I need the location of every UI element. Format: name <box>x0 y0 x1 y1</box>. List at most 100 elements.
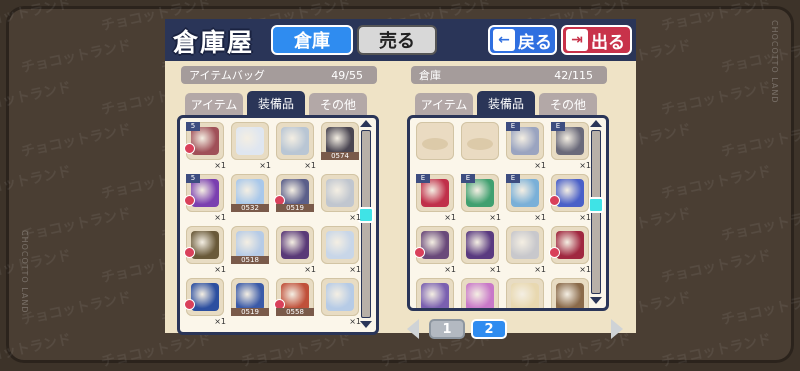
equipment-item-icon <box>326 127 354 155</box>
back-button[interactable]: ← 戻る <box>488 25 557 55</box>
lock-badge-icon <box>184 299 195 310</box>
exit-door-icon: ⇥ <box>566 29 588 51</box>
item-serial-label: 0532 <box>231 204 269 212</box>
tab-sell[interactable]: 売る <box>357 25 437 55</box>
item-bag-scrollbar[interactable] <box>358 120 374 328</box>
item-quantity: ×1 <box>349 213 361 222</box>
bag-item-slot[interactable]: ×1 <box>231 122 271 170</box>
equipment-item-icon <box>326 283 354 311</box>
warehouse-item-slot[interactable]: ×1 <box>549 226 591 274</box>
warehouse-item-slot[interactable]: E ×1 <box>416 174 456 222</box>
item-quantity: ×1 <box>349 317 361 326</box>
equipment-item-icon <box>466 231 494 259</box>
item-quantity: ×1 <box>579 161 591 170</box>
warehouse-item-slot[interactable] <box>506 278 544 308</box>
bag-item-slot[interactable]: 0519 <box>231 278 269 316</box>
side-logo-right: CHOCOTTO LAND <box>770 20 779 104</box>
warehouse-item-slot[interactable]: ×1 <box>414 226 456 274</box>
bag-item-slot[interactable]: 0558 <box>274 278 314 316</box>
equipment-item-icon <box>236 127 264 155</box>
warehouse-window: 倉庫屋 倉庫 売る ← 戻る ⇥ 出る アイテムバッグ 49/55 アイテム 装… <box>165 19 636 339</box>
bag-item-slot[interactable]: 0518 <box>231 226 269 264</box>
equipment-item-icon <box>326 231 354 259</box>
equipment-item-icon <box>511 127 539 155</box>
bag-tab-other[interactable]: その他 <box>309 93 367 115</box>
bag-item-slot[interactable]: ×1 <box>321 278 361 326</box>
window-title: 倉庫屋 <box>173 28 255 57</box>
warehouse-item-slot[interactable] <box>461 278 499 308</box>
bag-item-slot[interactable]: ×1 <box>321 174 361 222</box>
bag-item-slot[interactable]: ×1 <box>276 122 316 170</box>
prev-page-arrow-icon[interactable] <box>407 319 419 339</box>
equipment-item-icon <box>191 231 219 259</box>
content-area: アイテムバッグ 49/55 アイテム 装備品 その他 5 ×1 ×1 ×1 0574 5 ×… <box>165 61 636 339</box>
item-grade-badge: E <box>416 174 430 183</box>
warehouse-tab-other[interactable]: その他 <box>539 93 597 115</box>
item-quantity: ×1 <box>214 317 226 326</box>
bag-item-slot[interactable]: 0532 <box>231 174 269 212</box>
bag-item-slot[interactable]: ×1 <box>184 226 226 274</box>
equipment-item-icon <box>191 179 219 207</box>
item-grade-badge: 5 <box>186 122 200 131</box>
warehouse-item-slot[interactable] <box>416 122 454 160</box>
lock-badge-icon <box>184 247 195 258</box>
equipment-item-icon <box>466 179 494 207</box>
item-quantity: ×1 <box>579 213 591 222</box>
bag-tab-items[interactable]: アイテム <box>185 93 243 115</box>
warehouse-item-slot[interactable]: E ×1 <box>506 174 546 222</box>
equipment-item-icon <box>191 283 219 311</box>
bag-item-slot[interactable]: 5 ×1 <box>184 122 226 170</box>
scroll-up-arrow-icon[interactable] <box>590 120 602 127</box>
warehouse-item-slot[interactable]: ×1 <box>549 174 591 222</box>
item-quantity: ×1 <box>214 213 226 222</box>
title-bar: 倉庫屋 倉庫 売る ← 戻る ⇥ 出る <box>165 19 636 61</box>
item-quantity: ×1 <box>534 213 546 222</box>
bag-item-slot[interactable]: 5 ×1 <box>184 174 226 222</box>
bag-item-slot[interactable]: ×1 <box>184 278 226 326</box>
scroll-thumb[interactable] <box>588 196 604 213</box>
warehouse-item-slot[interactable]: E ×1 <box>551 122 591 170</box>
scroll-track[interactable] <box>361 130 371 318</box>
equipment-item-icon <box>421 179 449 207</box>
warehouse-item-slot[interactable]: E ×1 <box>461 174 501 222</box>
bag-item-slot[interactable]: 0519 <box>274 174 314 212</box>
warehouse-pager: 1 2 <box>407 317 623 341</box>
equipment-item-icon <box>191 127 219 155</box>
tab-warehouse[interactable]: 倉庫 <box>271 25 353 55</box>
bag-item-slot[interactable]: 0574 <box>321 122 359 160</box>
item-quantity: ×1 <box>579 265 591 274</box>
warehouse-item-slot[interactable] <box>416 278 454 308</box>
bag-item-slot[interactable]: ×1 <box>321 226 361 274</box>
warehouse-panel: 倉庫 42/115 アイテム 装備品 その他 E ×1 E ×1 E ×1 E ×1 E ×1 ×1… <box>401 65 623 339</box>
item-quantity: ×1 <box>444 213 456 222</box>
warehouse-item-slot[interactable] <box>461 122 499 160</box>
warehouse-item-slot[interactable] <box>551 278 589 308</box>
warehouse-tab-equipment[interactable]: 装備品 <box>477 91 535 115</box>
page-1-button[interactable]: 1 <box>429 319 465 339</box>
next-page-arrow-icon[interactable] <box>611 319 623 339</box>
item-quantity: ×1 <box>444 265 456 274</box>
bag-item-slot[interactable]: ×1 <box>276 226 316 274</box>
equipment-item-icon <box>466 283 494 308</box>
warehouse-tab-items[interactable]: アイテム <box>415 93 473 115</box>
scroll-down-arrow-icon[interactable] <box>360 321 372 328</box>
lock-badge-icon <box>414 247 425 258</box>
back-label: 戻る <box>518 32 552 53</box>
item-grade-badge: E <box>506 122 520 131</box>
item-quantity: ×1 <box>304 161 316 170</box>
item-serial-label: 0519 <box>276 204 314 212</box>
warehouse-item-slot[interactable]: ×1 <box>506 226 546 274</box>
item-grade-badge: E <box>506 174 520 183</box>
scroll-down-arrow-icon[interactable] <box>590 297 602 304</box>
warehouse-scrollbar[interactable] <box>588 120 604 304</box>
warehouse-item-slot[interactable]: ×1 <box>461 226 501 274</box>
exit-button[interactable]: ⇥ 出る <box>561 25 632 55</box>
item-quantity: ×1 <box>259 161 271 170</box>
scroll-up-arrow-icon[interactable] <box>360 120 372 127</box>
page-2-button[interactable]: 2 <box>471 319 507 339</box>
lock-badge-icon <box>549 247 560 258</box>
warehouse-item-slot[interactable]: E ×1 <box>506 122 546 170</box>
bag-tab-equipment[interactable]: 装備品 <box>247 91 305 115</box>
item-quantity: ×1 <box>214 265 226 274</box>
equipment-item-icon <box>556 179 584 207</box>
